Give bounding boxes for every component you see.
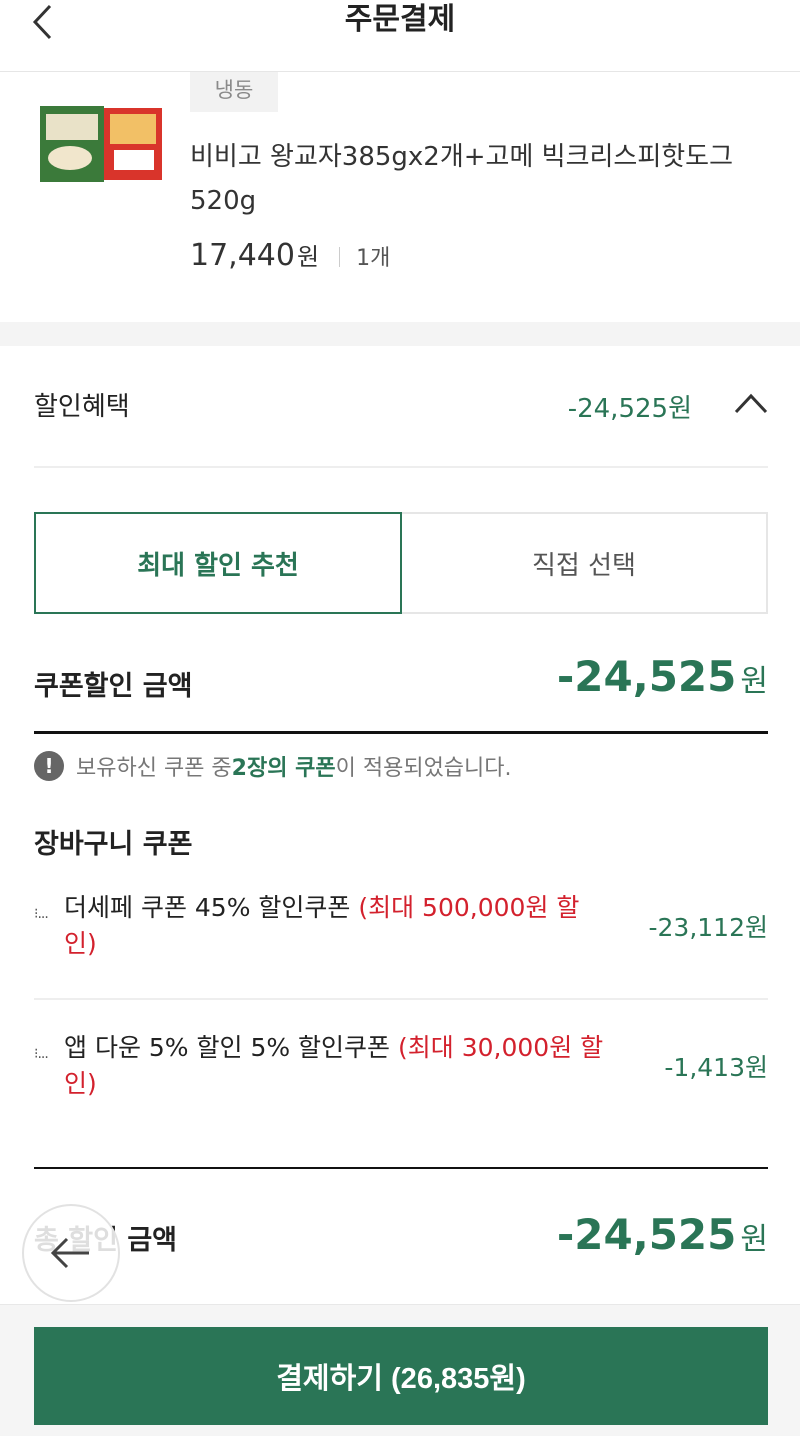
coupon-discount-label: 쿠폰할인 금액	[34, 671, 193, 702]
chevron-up-icon[interactable]	[734, 390, 768, 418]
page-title: 주문결제	[344, 2, 456, 37]
coupon-notice: ! 보유하신 쿠폰 중 2장의 쿠폰 이 적용되었습니다.	[34, 748, 512, 784]
discount-label: 할인혜택	[34, 392, 130, 422]
total-discount-amount: -24,525 원	[557, 1210, 768, 1259]
notice-suffix: 이 적용되었습니다.	[335, 756, 512, 781]
exclamation-icon: !	[34, 751, 64, 781]
coupon-discount-unit: 원	[740, 664, 768, 699]
coupon-discount-amount: -24,525 원	[557, 652, 768, 701]
coupon-discount-value: -24,525	[556, 652, 737, 701]
product-price-value: 17,440	[190, 238, 295, 273]
header: 주문결제	[0, 0, 800, 72]
product-thumbnail	[40, 106, 162, 182]
pay-button[interactable]: 결제하기 (26,835원)	[34, 1327, 768, 1425]
section-divider	[0, 322, 800, 346]
price-separator	[339, 247, 341, 267]
coupon-item[interactable]: ⁝... 더세페 쿠폰 45% 할인쿠폰 (최대 500,000원 할인) -2…	[34, 890, 768, 980]
total-discount-summary: 총 할인 금액 -24,525 원	[34, 1210, 768, 1270]
discount-amount: -24,525원	[567, 394, 692, 424]
notice-prefix: 보유하신 쿠폰 중	[76, 756, 232, 781]
product-storage-tag: 냉동	[190, 72, 278, 112]
cart-coupon-title: 장바구니 쿠폰	[34, 829, 193, 860]
coupon-amount: -23,112원	[648, 913, 769, 942]
divider	[34, 466, 768, 468]
tab-max-discount[interactable]: 최대 할인 추천	[34, 512, 402, 614]
product-name: 비비고 왕교자385gx2개+고메 빅크리스피핫도그 520g	[190, 142, 734, 216]
coupon-name: 더세페 쿠폰 45% 할인쿠폰	[64, 893, 359, 922]
divider	[34, 1167, 768, 1169]
divider	[34, 998, 768, 1000]
product-price-unit: 원	[296, 243, 320, 271]
divider	[34, 731, 768, 734]
dots-icon: ⁝...	[34, 1046, 49, 1062]
floating-back-button[interactable]	[22, 1204, 120, 1302]
total-discount-unit: 원	[740, 1222, 768, 1257]
tab-manual-select[interactable]: 직접 선택	[402, 512, 768, 614]
coupon-item[interactable]: ⁝... 앱 다운 5% 할인 5% 할인쿠폰 (최대 30,000원 할인) …	[34, 1030, 768, 1120]
arrow-left-icon	[50, 1237, 89, 1269]
coupon-name: 앱 다운 5% 할인 5% 할인쿠폰	[64, 1033, 399, 1062]
coupon-mode-tabs: 최대 할인 추천 직접 선택	[34, 512, 768, 614]
product-quantity: 1개	[356, 246, 391, 271]
coupon-description: 앱 다운 5% 할인 5% 할인쿠폰 (최대 30,000원 할인)	[64, 1030, 604, 1102]
discount-benefit-toggle[interactable]: 할인혜택 -24,525원	[34, 372, 768, 442]
coupon-amount: -1,413원	[664, 1053, 768, 1082]
coupon-description: 더세페 쿠폰 45% 할인쿠폰 (최대 500,000원 할인)	[64, 890, 604, 962]
coupon-discount-summary: 쿠폰할인 금액 -24,525 원	[34, 652, 768, 732]
product-price: 17,440 원 1개	[190, 237, 390, 277]
notice-highlight: 2장의 쿠폰	[231, 756, 336, 781]
total-discount-value: -24,525	[556, 1210, 737, 1259]
dots-icon: ⁝...	[34, 906, 49, 922]
